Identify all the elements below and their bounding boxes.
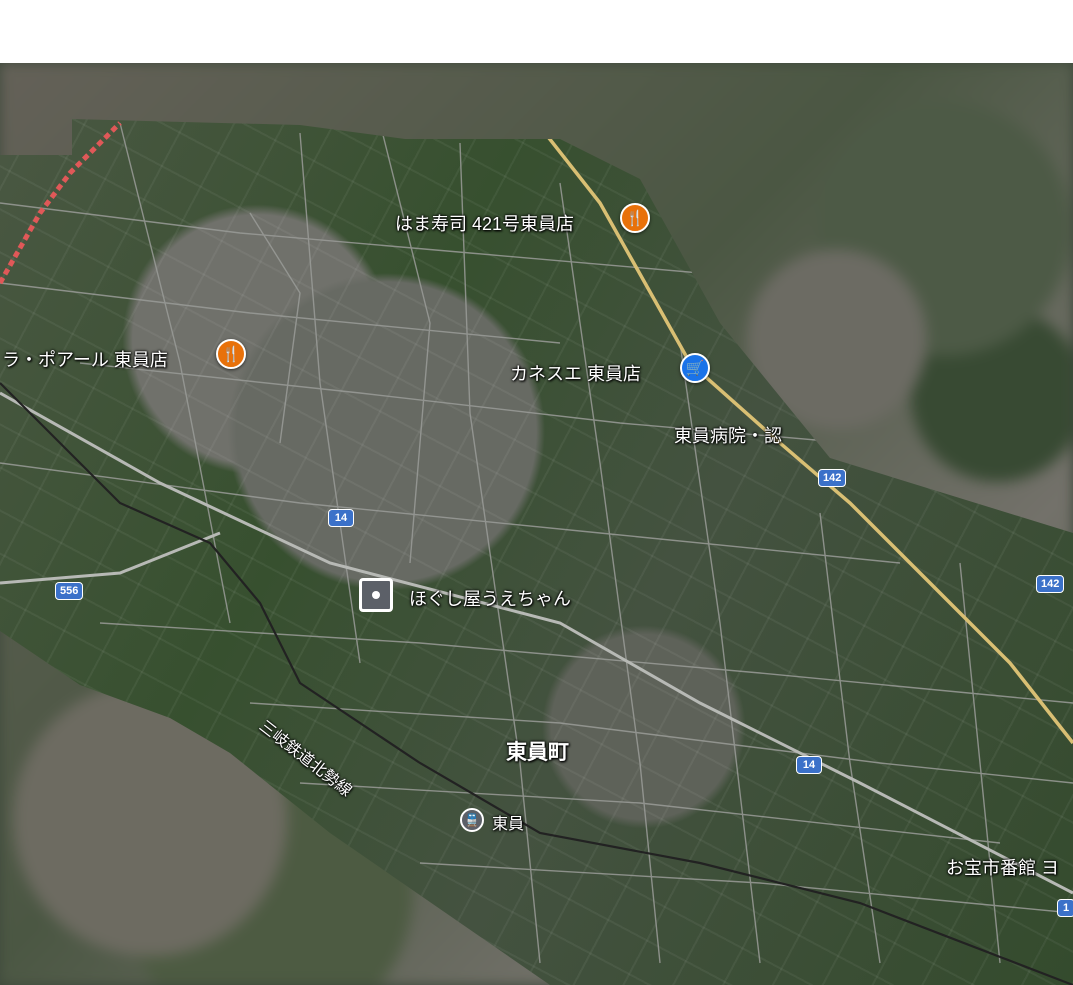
- route-shield-142: 142: [1036, 575, 1065, 593]
- selected-place-icon: [372, 591, 380, 599]
- shopping-pin[interactable]: 🛒: [680, 353, 710, 383]
- restaurant-pin[interactable]: 🍴: [620, 203, 650, 233]
- train-station-pin[interactable]: 🚆: [460, 808, 484, 832]
- place-label-la-poire[interactable]: ラ・ポアール 東員店: [2, 346, 168, 372]
- restaurant-icon: 🍴: [625, 209, 645, 227]
- place-label-takara[interactable]: お宝市番館 ヨ: [946, 854, 1059, 880]
- route-shield-556: 556: [55, 582, 84, 600]
- place-label-kanesue[interactable]: カネスエ 東員店: [510, 360, 641, 386]
- restaurant-icon: 🍴: [221, 345, 241, 363]
- place-label-hogushiya[interactable]: ほぐし屋うえちゃん: [409, 585, 571, 611]
- town-label: 東員町: [506, 741, 569, 764]
- train-station-icon: 🚆: [464, 813, 480, 827]
- place-label-hama-sushi[interactable]: はま寿司 421号東員店: [395, 210, 574, 236]
- shopping-cart-icon: 🛒: [685, 359, 705, 377]
- restaurant-pin[interactable]: 🍴: [216, 339, 246, 369]
- route-shield-142: 142: [818, 469, 847, 487]
- map-canvas[interactable]: はま寿司 421号東員店 🍴 ラ・ポアール 東員店 🍴 カネスエ 東員店 🛒 東…: [0, 63, 1073, 985]
- place-label-hospital[interactable]: 東員病院・認: [674, 422, 782, 448]
- route-shield-edge: 1: [1057, 899, 1073, 917]
- route-shield-14: 14: [328, 509, 354, 527]
- route-shield-14: 14: [796, 756, 822, 774]
- selected-place-pin[interactable]: [359, 578, 393, 612]
- station-label[interactable]: 東員: [492, 810, 524, 834]
